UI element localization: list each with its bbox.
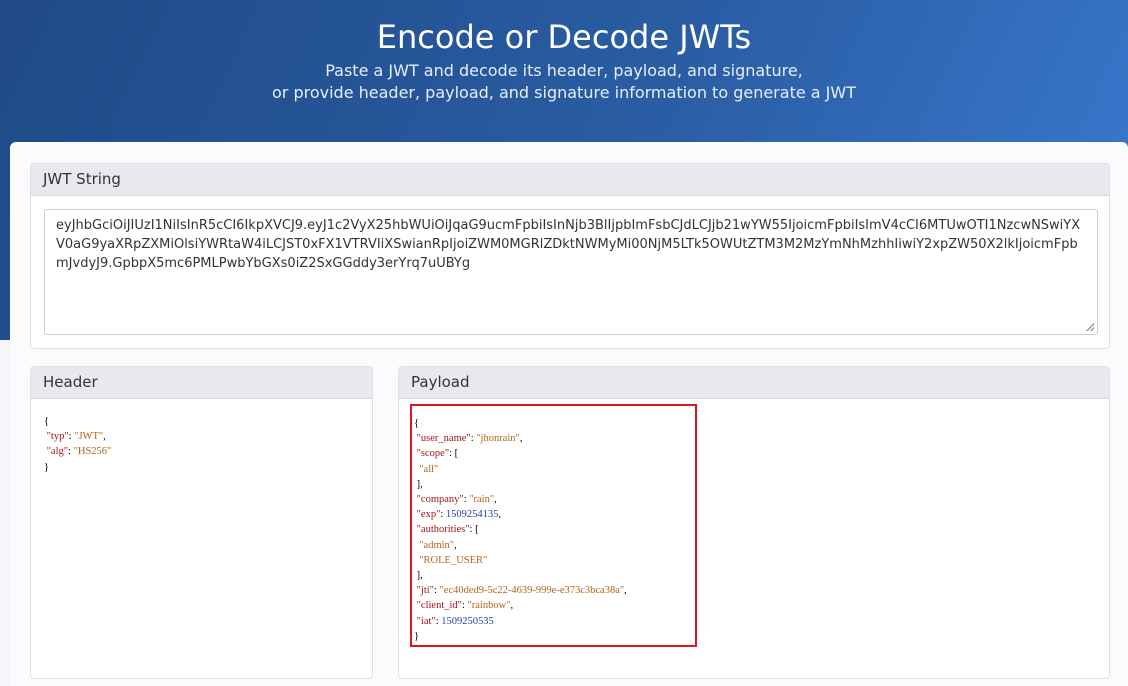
- resize-grip-icon[interactable]: [1086, 323, 1094, 331]
- json-string-value: "jhonrain": [476, 433, 520, 445]
- jwt-string-textarea[interactable]: eyJhbGciOiJIUzI1NiIsInR5cCI6IkpXVCJ9.eyJ…: [44, 209, 1098, 335]
- header-panel-title: Header: [31, 367, 372, 399]
- jwt-string-panel: JWT String eyJhbGciOiJIUzI1NiIsInR5cCI6I…: [30, 163, 1110, 349]
- payload-highlight-box: { "user_name": "jhonrain", "scope": [ "a…: [410, 404, 697, 647]
- payload-panel: Payload { "user_name": "jhonrain", "scop…: [398, 366, 1110, 679]
- jwt-string-value: eyJhbGciOiJIUzI1NiIsInR5cCI6IkpXVCJ9.eyJ…: [56, 218, 1081, 271]
- json-key: "iat": [416, 615, 436, 627]
- json-key: "user_name": [416, 433, 471, 445]
- json-key: "exp": [416, 509, 441, 521]
- header-json-output[interactable]: { "typ": "JWT", "alg": "HS256" }: [44, 414, 111, 475]
- json-key: "typ": [46, 431, 69, 443]
- json-string-value: "admin": [419, 539, 455, 551]
- payload-json-output[interactable]: { "user_name": "jhonrain", "scope": [ "a…: [414, 416, 627, 644]
- json-string-value: "rain": [469, 494, 495, 506]
- json-key: "jti": [416, 585, 434, 597]
- jwt-string-panel-title: JWT String: [31, 164, 1109, 196]
- header-panel: Header { "typ": "JWT", "alg": "HS256" }: [30, 366, 373, 679]
- payload-panel-title: Payload: [399, 367, 1109, 399]
- json-string-value: "all": [419, 463, 439, 475]
- json-string-value: "HS256": [73, 446, 112, 458]
- page-subtitle-line-1: Paste a JWT and decode its header, paylo…: [325, 61, 803, 80]
- json-key: "scope": [416, 448, 450, 460]
- json-number-value: 1509250535: [441, 615, 494, 627]
- json-key: "client_id": [416, 600, 462, 612]
- json-string-value: "ROLE_USER": [419, 554, 488, 566]
- json-number-value: 1509254135: [445, 509, 499, 521]
- json-string-value: "rainbow": [467, 600, 511, 612]
- json-string-value: "ec40ded9-5c22-4639-999e-e373c3bca38a": [439, 585, 625, 597]
- page-subtitle-line-2: or provide header, payload, and signatur…: [272, 83, 856, 102]
- json-key: "company": [416, 494, 464, 506]
- json-key: "alg": [46, 446, 69, 458]
- json-string-value: "JWT": [74, 431, 104, 443]
- page-title: Encode or Decode JWTs: [376, 18, 752, 56]
- json-key: "authorities": [416, 524, 470, 536]
